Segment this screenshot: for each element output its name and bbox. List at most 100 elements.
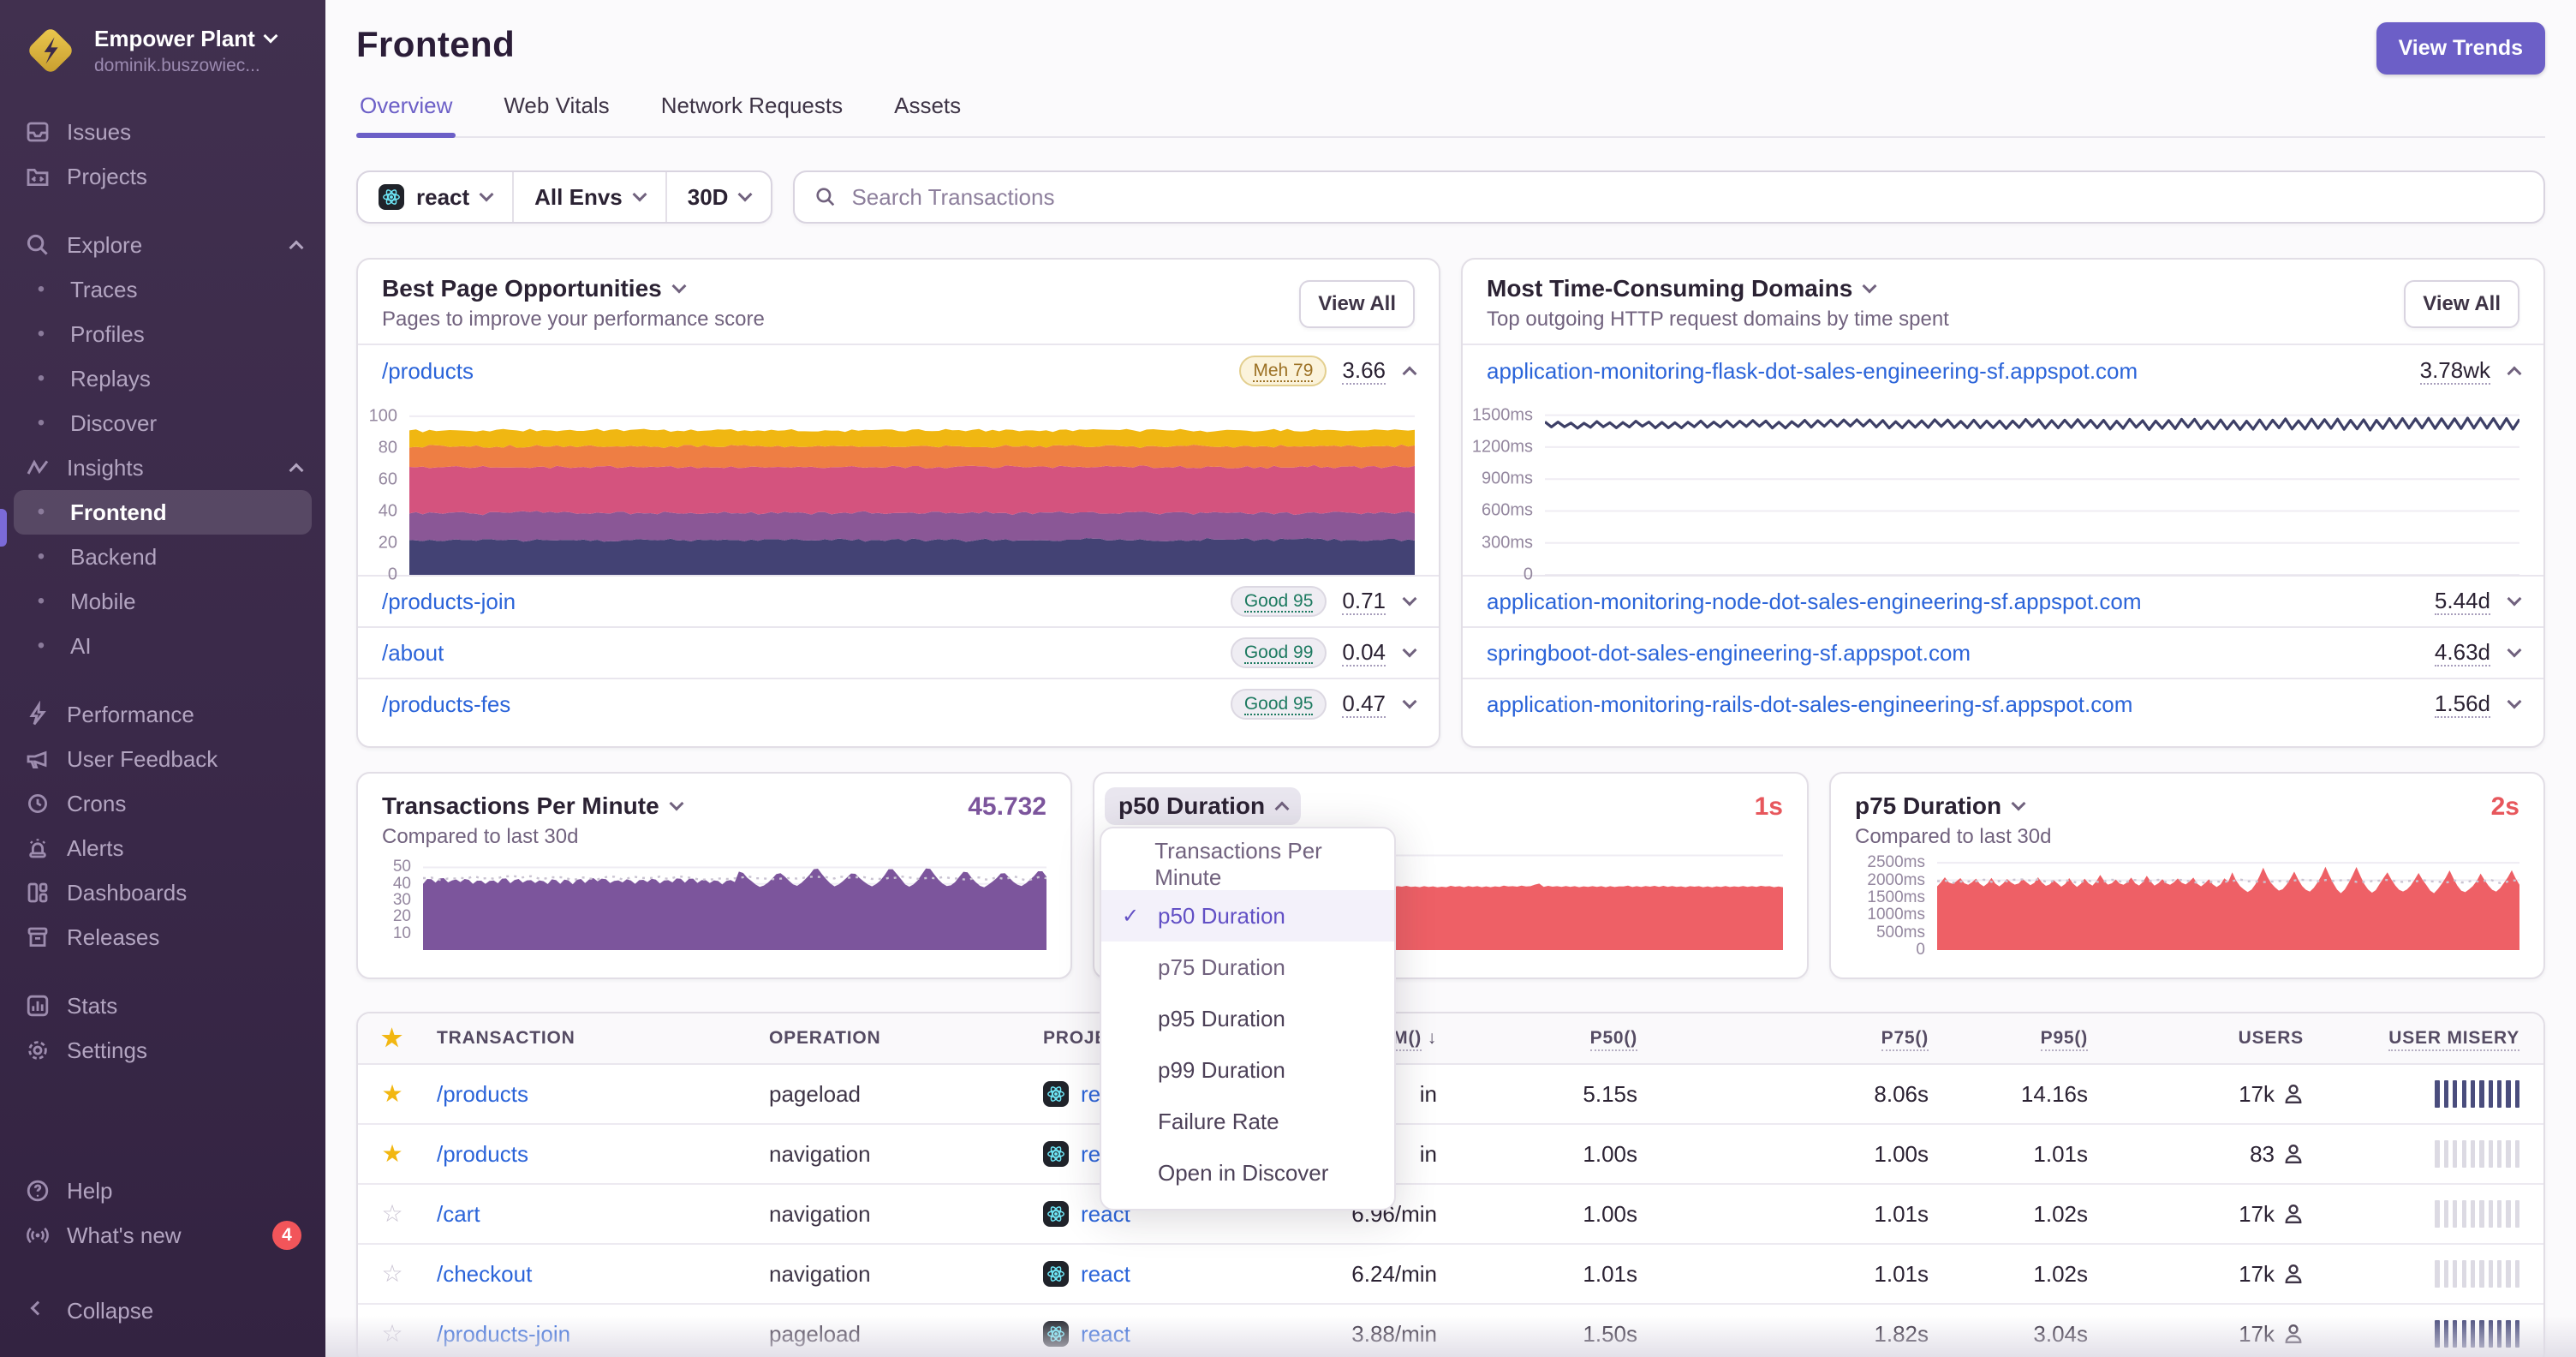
tab-overview[interactable]: Overview — [356, 93, 456, 137]
sidebar-item-traces[interactable]: • Traces — [0, 267, 325, 312]
sidebar-item-issues[interactable]: Issues — [0, 110, 325, 154]
table-row: ☆ /products-join pageload react 3.88/min… — [358, 1305, 2543, 1357]
search-input[interactable] — [851, 183, 2525, 211]
sidebar-item-ai[interactable]: • AI — [0, 624, 325, 668]
org-name: Empower Plant — [94, 25, 255, 51]
table-row: ★ /products pageload react in 5.15s 8.06… — [358, 1065, 2543, 1125]
sidebar-item-releases[interactable]: Releases — [0, 915, 325, 959]
sidebar-item-mobile[interactable]: • Mobile — [0, 579, 325, 624]
tab-assets[interactable]: Assets — [891, 93, 964, 136]
sidebar-item-replays[interactable]: • Replays — [0, 356, 325, 401]
page-link[interactable]: /products-fes — [382, 691, 510, 718]
sidebar-item-discover[interactable]: • Discover — [0, 401, 325, 445]
sidebar-item-backend[interactable]: • Backend — [0, 535, 325, 579]
column-header-user-misery[interactable]: USER MISERY — [2304, 1028, 2519, 1051]
sidebar-item-crons[interactable]: Crons — [0, 781, 325, 826]
sidebar-item-whats-new[interactable]: What's new 4 — [0, 1213, 325, 1258]
page-link[interactable]: /about — [382, 640, 444, 667]
time-spent-value: 1.56d — [2434, 690, 2490, 718]
column-header-p50[interactable]: P50() — [1437, 1028, 1637, 1051]
best-pages-subtitle: Pages to improve your performance score — [382, 308, 765, 331]
expand-row-button[interactable] — [2506, 694, 2523, 709]
transaction-link[interactable]: /products-join — [426, 1321, 769, 1348]
transaction-link[interactable]: /products — [426, 1081, 769, 1108]
column-header-users[interactable]: USERS — [2088, 1028, 2304, 1049]
environment-filter[interactable]: All Envs — [512, 172, 665, 222]
column-header-p95[interactable]: P95() — [1929, 1028, 2088, 1051]
sidebar-item-insights[interactable]: Insights — [0, 445, 325, 490]
score-badge: Good 99 — [1230, 637, 1327, 668]
sidebar-collapse-button[interactable]: Collapse — [0, 1288, 325, 1333]
chevron-down-icon — [737, 187, 753, 202]
star-toggle[interactable]: ☆ — [358, 1262, 426, 1286]
expand-row-button[interactable] — [1401, 591, 1418, 607]
expand-row-button[interactable] — [2506, 591, 2523, 607]
sidebar-item-profiles[interactable]: • Profiles — [0, 312, 325, 356]
transaction-link[interactable]: /cart — [426, 1201, 769, 1228]
expand-row-button[interactable] — [2506, 643, 2523, 658]
chevron-down-icon — [669, 796, 684, 811]
view-trends-button[interactable]: View Trends — [2376, 22, 2545, 75]
sidebar-item-projects[interactable]: Projects — [0, 154, 325, 199]
tab-web-vitals[interactable]: Web Vitals — [500, 93, 612, 136]
transaction-link[interactable]: /checkout — [426, 1261, 769, 1288]
search-icon — [816, 188, 835, 206]
menu-item-open-in-discover[interactable]: Open in Discover — [1101, 1147, 1394, 1199]
star-toggle[interactable]: ★ — [358, 1082, 426, 1106]
expand-row-button[interactable] — [1401, 643, 1418, 658]
column-header-p75[interactable]: P75() — [1637, 1028, 1929, 1051]
collapse-row-button[interactable] — [2506, 363, 2523, 381]
expand-row-button[interactable] — [1401, 694, 1418, 709]
menu-item-tpm[interactable]: Transactions Per Minute — [1101, 838, 1394, 890]
star-toggle[interactable]: ☆ — [358, 1202, 426, 1226]
page-link[interactable]: /products-join — [382, 589, 516, 615]
page-link[interactable]: /products — [382, 358, 474, 385]
user-icon — [2285, 1085, 2302, 1103]
tpm-metric-dropdown[interactable]: Transactions Per Minute — [382, 792, 684, 820]
domain-link[interactable]: application-monitoring-rails-dot-sales-e… — [1487, 691, 2132, 718]
pulse-icon — [24, 454, 51, 481]
sidebar-item-alerts[interactable]: Alerts — [0, 826, 325, 870]
tab-network-requests[interactable]: Network Requests — [658, 93, 846, 136]
menu-item-p95[interactable]: p95 Duration — [1101, 993, 1394, 1044]
menu-item-p50[interactable]: ✓ p50 Duration — [1101, 890, 1394, 942]
project-link[interactable]: react — [1081, 1321, 1130, 1348]
clock-icon — [24, 790, 51, 817]
sidebar-item-help[interactable]: Help — [0, 1169, 325, 1213]
domains-title-dropdown[interactable]: Most Time-Consuming Domains — [1487, 275, 1949, 302]
opportunity-score: 0.04 — [1342, 639, 1386, 667]
best-pages-view-all-button[interactable]: View All — [1299, 280, 1415, 328]
sidebar-nav: Issues Projects Explore • Traces • Profile… — [0, 96, 325, 1169]
p75-chart: 2500ms 2000ms 1500ms 1000ms 500ms 0 — [1855, 853, 2519, 959]
sidebar-item-performance[interactable]: Performance — [0, 692, 325, 737]
domain-link[interactable]: springboot-dot-sales-engineering-sf.apps… — [1487, 640, 1971, 667]
sidebar-item-explore[interactable]: Explore — [0, 223, 325, 267]
transaction-link[interactable]: /products — [426, 1141, 769, 1168]
user-misery-bars — [2304, 1320, 2519, 1348]
menu-item-failure-rate[interactable]: Failure Rate — [1101, 1096, 1394, 1147]
sidebar-item-frontend[interactable]: • Frontend — [14, 490, 312, 535]
sidebar-item-dashboards[interactable]: Dashboards — [0, 870, 325, 915]
domains-view-all-button[interactable]: View All — [2404, 280, 2519, 328]
sidebar-item-user-feedback[interactable]: User Feedback — [0, 737, 325, 781]
date-range-filter[interactable]: 30D — [665, 172, 772, 222]
star-toggle[interactable]: ☆ — [358, 1322, 426, 1346]
project-filter[interactable]: react — [358, 172, 512, 222]
sidebar-item-settings[interactable]: Settings — [0, 1028, 325, 1073]
time-spent-value: 5.44d — [2434, 588, 2490, 615]
menu-item-p99[interactable]: p99 Duration — [1101, 1044, 1394, 1096]
domain-link[interactable]: application-monitoring-flask-dot-sales-e… — [1487, 358, 2138, 385]
star-toggle[interactable]: ★ — [358, 1142, 426, 1166]
tpm-value: 45.732 — [968, 792, 1046, 821]
org-switcher[interactable]: Empower Plant dominik.buszowiec... — [0, 0, 325, 96]
org-subtitle: dominik.buszowiec... — [94, 55, 260, 75]
p50-metric-dropdown[interactable]: p50 Duration — [1105, 787, 1302, 825]
best-pages-title-dropdown[interactable]: Best Page Opportunities — [382, 275, 765, 302]
domain-row: application-monitoring-node-dot-sales-en… — [1463, 575, 2543, 626]
domain-link[interactable]: application-monitoring-node-dot-sales-en… — [1487, 589, 2142, 615]
p75-metric-dropdown[interactable]: p75 Duration — [1855, 792, 2051, 820]
project-link[interactable]: react — [1081, 1261, 1130, 1288]
collapse-row-button[interactable] — [1401, 363, 1418, 381]
menu-item-p75[interactable]: p75 Duration — [1101, 942, 1394, 993]
sidebar-item-stats[interactable]: Stats — [0, 983, 325, 1028]
